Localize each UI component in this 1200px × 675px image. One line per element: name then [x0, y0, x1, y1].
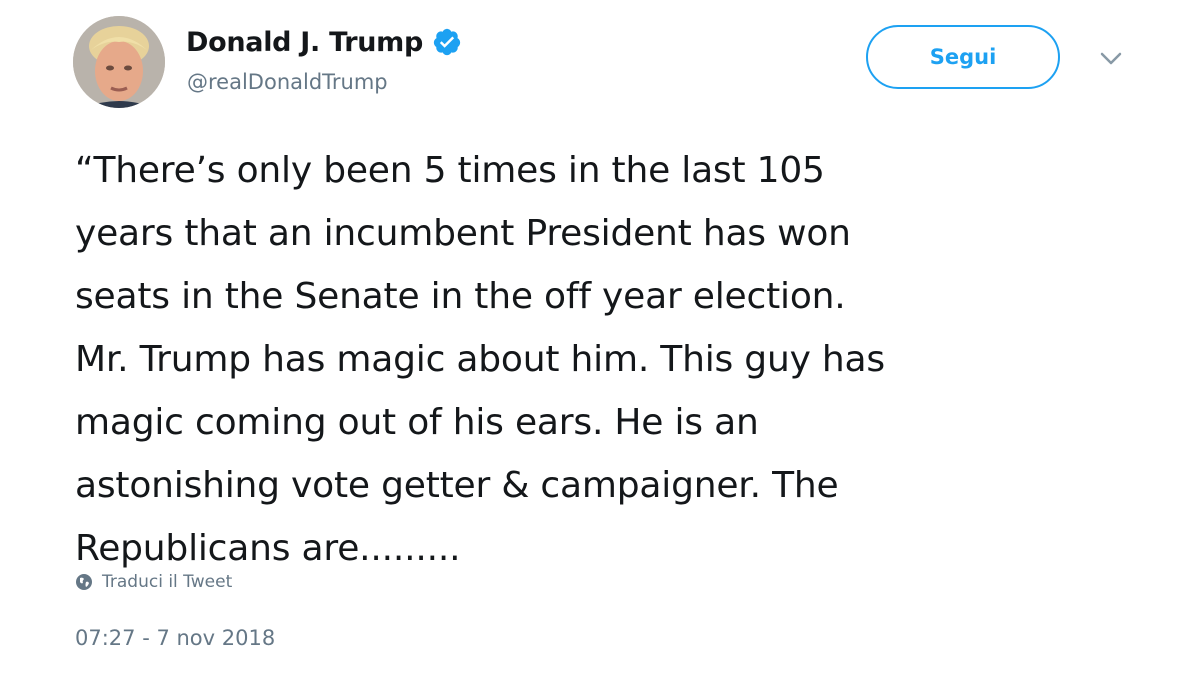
tweet-text-line: Mr. Trump has magic about him. This guy …	[75, 339, 885, 380]
profile-photo-icon	[73, 16, 165, 108]
tweet-text-line: astonishing vote getter & campaigner. Th…	[75, 465, 839, 506]
author-handle[interactable]: @realDonaldTrump	[187, 70, 388, 94]
tweet-text-line: “There’s only been 5 times in the last 1…	[75, 150, 825, 191]
tweet-text-line: seats in the Senate in the off year elec…	[75, 276, 846, 317]
translate-tweet-label[interactable]: Traduci il Tweet	[102, 572, 232, 592]
follow-button[interactable]: Segui	[866, 25, 1060, 89]
tweet-text-line: magic coming out of his ears. He is an	[75, 402, 759, 443]
tweet-timestamp[interactable]: 07:27 - 7 nov 2018	[75, 626, 275, 650]
translate-tweet-link[interactable]: Traduci il Tweet	[75, 572, 232, 592]
author-display-name[interactable]: Donald J. Trump	[186, 27, 423, 58]
tweet-text: “There’s only been 5 times in the last 1…	[75, 139, 1155, 580]
verified-badge-icon	[433, 28, 461, 56]
globe-icon	[76, 574, 92, 590]
tweet-text-line: Republicans are.........	[75, 528, 461, 569]
tweet-card: Donald J. Trump @realDonaldTrump Segui “…	[0, 0, 1200, 675]
chevron-down-icon[interactable]	[1100, 52, 1122, 66]
tweet-text-line: years that an incumbent President has wo…	[75, 213, 851, 254]
author-name-row[interactable]: Donald J. Trump	[186, 22, 462, 62]
avatar[interactable]	[73, 16, 165, 108]
